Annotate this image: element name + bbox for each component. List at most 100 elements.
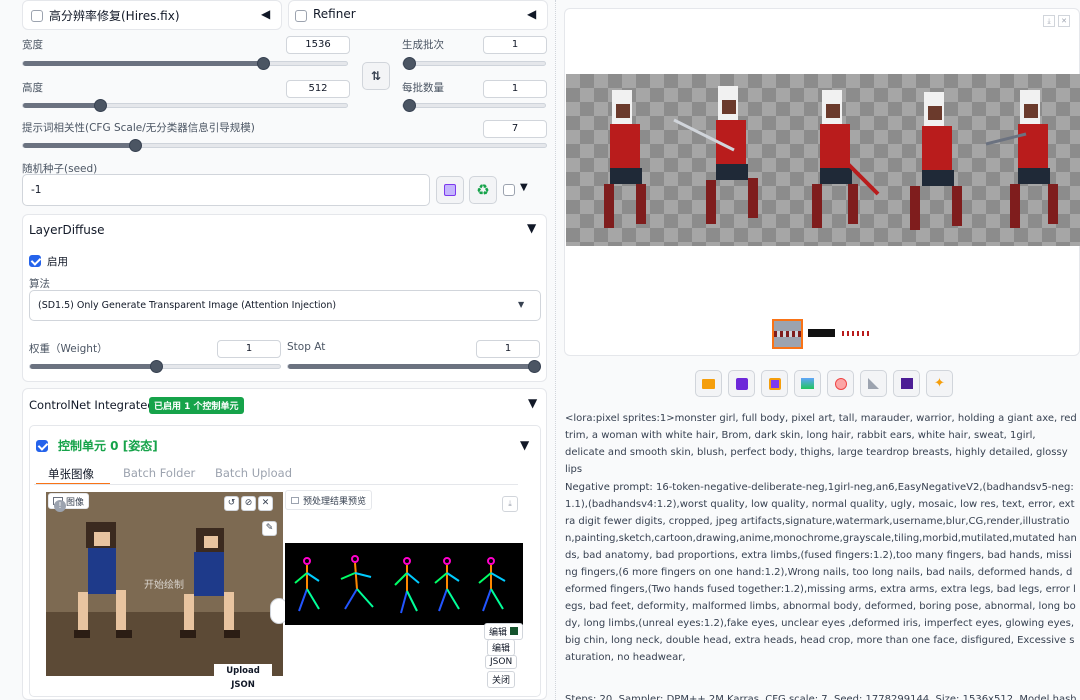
stopat-slider-handle[interactable] (528, 360, 541, 373)
sparkle-icon: ✦ (934, 376, 945, 391)
batch-size-input[interactable]: 1 (483, 80, 547, 98)
dropdown-arrow-icon: ▼ (518, 300, 525, 309)
batch-size-label: 每批数量 (402, 82, 444, 94)
pose-skeleton-image (294, 555, 506, 614)
save-zip-button[interactable] (761, 370, 788, 397)
refiner-accordion[interactable]: Refiner ◀ (288, 0, 548, 30)
gallery-download-icon[interactable]: ⤓ (1043, 15, 1055, 27)
thumbnail-1-image (774, 331, 801, 337)
controlnet-enabled-badge: 已启用 1 个控制单元 (149, 397, 244, 414)
seed-input[interactable]: -1 (22, 174, 430, 206)
edit-button-1[interactable]: 编辑 (484, 623, 523, 640)
info-icon: ! (54, 500, 66, 512)
refiner-checkbox[interactable] (295, 10, 307, 22)
layerdiffuse-collapse-icon[interactable]: ▼ (527, 221, 536, 235)
thumbnail-1[interactable] (772, 319, 803, 349)
edit-label-1: 编辑 (489, 628, 508, 638)
width-slider-handle[interactable] (257, 57, 270, 70)
height-slider-handle[interactable] (94, 99, 107, 112)
thumbnail-2[interactable] (808, 322, 835, 346)
zip-icon (768, 377, 781, 390)
swap-icon: ⇅ (370, 69, 382, 83)
sparkle-button[interactable]: ✦ (926, 370, 953, 397)
gallery-close-icon[interactable]: ✕ (1058, 15, 1070, 27)
send-to-extras-button[interactable] (860, 370, 887, 397)
tab-batch-upload[interactable]: Batch Upload (215, 466, 292, 480)
clapper-icon (900, 378, 913, 389)
random-seed-button[interactable] (436, 176, 464, 204)
layerdiffuse-algo-select[interactable]: (SD1.5) Only Generate Transparent Image … (29, 290, 541, 321)
close-icon[interactable]: ✕ (258, 496, 273, 511)
recycle-icon: ♻ (476, 181, 490, 199)
control-unit-enable-checkbox[interactable] (36, 440, 48, 452)
palette-icon (834, 377, 847, 390)
seed-extra-toggle-icon[interactable]: ▼ (520, 182, 528, 193)
layerdiffuse-algo-value: (SD1.5) Only Generate Transparent Image … (38, 300, 337, 311)
tab-divider (34, 484, 518, 485)
pose-preview (285, 543, 523, 625)
source-image-canvas[interactable]: 开始绘制 (46, 492, 283, 676)
weight-slider[interactable] (29, 360, 281, 373)
height-input[interactable]: 512 (286, 80, 350, 98)
control-unit-label: 控制单元 0 [姿态] (58, 439, 158, 453)
open-folder-button[interactable] (695, 370, 722, 397)
batch-size-slider[interactable] (402, 99, 546, 112)
image-tools: ↺ ⊘ ✕ (224, 496, 273, 511)
weight-slider-handle[interactable] (150, 360, 163, 373)
dice-icon (444, 184, 456, 196)
width-slider[interactable] (22, 57, 348, 70)
hires-checkbox[interactable] (31, 10, 43, 22)
weight-slider-fill (30, 364, 156, 369)
brush-icon[interactable]: ✎ (262, 521, 277, 536)
layerdiffuse-enable-label: 启用 (47, 256, 68, 268)
batch-count-input[interactable]: 1 (483, 36, 547, 54)
batch-size-slider-handle[interactable] (403, 99, 416, 112)
height-slider[interactable] (22, 99, 348, 112)
cfg-label: 提示词相关性(CFG Scale/无分类器信息引导规模) (22, 122, 255, 134)
close-preview-button[interactable]: 关闭 (487, 671, 516, 688)
control-unit-collapse-icon[interactable]: ▼ (520, 438, 529, 452)
hires-accordion[interactable]: 高分辨率修复(Hires.fix) ◀ (22, 0, 282, 30)
tab-batch-folder[interactable]: Batch Folder (123, 466, 195, 480)
batch-count-slider[interactable] (402, 57, 546, 70)
folder-icon (702, 378, 715, 389)
send-to-img2img-button[interactable] (794, 370, 821, 397)
json-button[interactable]: JSON (485, 655, 518, 669)
undo-icon[interactable]: ↺ (224, 496, 239, 511)
send-to-inpaint-button[interactable] (827, 370, 854, 397)
upload-json-button[interactable]: Upload JSON (214, 664, 272, 690)
refiner-collapse-icon[interactable]: ◀ (527, 7, 536, 21)
thumbnail-3[interactable] (842, 322, 869, 346)
hires-label: 高分辨率修复(Hires.fix) (49, 9, 180, 23)
download-icon[interactable]: ⤓ (502, 496, 518, 512)
width-input[interactable]: 1536 (286, 36, 350, 54)
batch-count-slider-handle[interactable] (403, 57, 416, 70)
layerdiffuse-enable-checkbox[interactable] (29, 255, 41, 267)
edit-external-icon (509, 627, 518, 635)
swap-dimensions-button[interactable]: ⇅ (362, 62, 390, 90)
edit-button-2[interactable]: 编辑 (487, 639, 516, 656)
hires-collapse-icon[interactable]: ◀ (261, 7, 270, 21)
layerdiffuse-title: LayerDiffuse (29, 223, 105, 237)
reuse-seed-button[interactable]: ♻ (469, 176, 497, 204)
cfg-slider-fill (23, 143, 135, 148)
cfg-slider[interactable] (22, 139, 547, 152)
generated-image[interactable] (566, 74, 1080, 246)
tab-single-image[interactable]: 单张图像 (48, 466, 94, 482)
generation-prompt: <lora:pixel sprites:1>monster girl, full… (565, 413, 1077, 475)
width-slider-fill (23, 61, 263, 66)
cfg-slider-handle[interactable] (129, 139, 142, 152)
start-draw-overlay[interactable]: 开始绘制 (144, 576, 184, 591)
weight-input[interactable]: 1 (217, 340, 281, 358)
stopat-slider[interactable] (287, 360, 541, 373)
save-button[interactable] (728, 370, 755, 397)
layerdiffuse-panel: LayerDiffuse ▼ 启用 算法 (SD1.5) Only Genera… (22, 214, 547, 382)
stopat-input[interactable]: 1 (476, 340, 540, 358)
seed-extra-checkbox[interactable] (503, 184, 515, 196)
video-button[interactable] (893, 370, 920, 397)
controlnet-collapse-icon[interactable]: ▼ (528, 396, 537, 410)
batch-count-label: 生成批次 (402, 39, 444, 51)
stopat-slider-fill (288, 364, 538, 369)
erase-icon[interactable]: ⊘ (241, 496, 256, 511)
cfg-input[interactable]: 7 (483, 120, 547, 138)
